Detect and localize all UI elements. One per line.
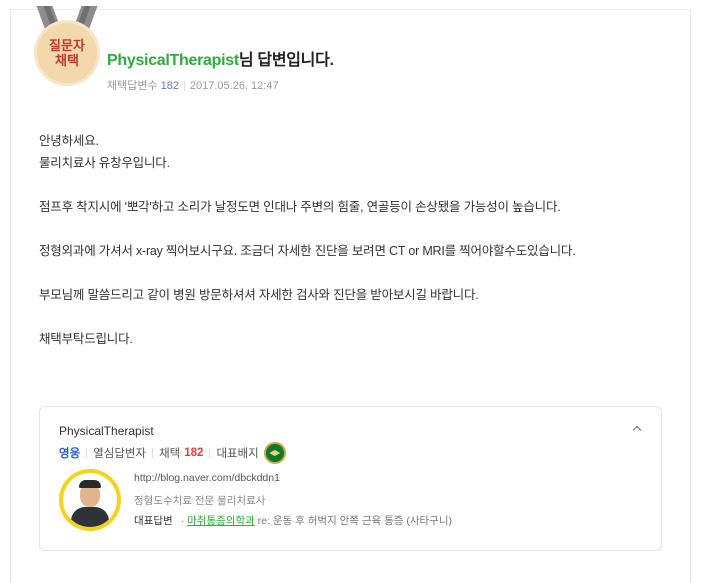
badge-cap-shape [269,450,281,456]
answer-title-suffix: 님 답변입니다. [238,52,334,69]
profile-adopt-label: 채택 [159,448,181,460]
body-line: 부모님께 말씀드리고 같이 병원 방문하셔셔 자세한 검사와 진단을 받아보시길… [39,288,479,302]
avatar-shirt [71,507,109,527]
answer-body: 안녕하세요. 물리치료사 유창우입니다. 점프후 착지시에 '뽀각'하고 소리가… [39,130,679,350]
answer-date: 2017.05.26. 12:47 [189,80,279,92]
body-line: 안녕하세요. [39,134,99,148]
profile-adopt-count: 182 [184,447,204,459]
rep-answer-bullet: · [180,515,185,527]
profile-stats: 영웅 열심답변자 채택 182 대표배지 [59,442,286,464]
body-line: 물리치료사 유창우입니다. [39,156,170,170]
adopted-medal-icon: 질문자 채택 [34,6,100,90]
meta-divider: | [183,80,186,92]
profile-intro: 정형도수치료 전문 물리치료사 [134,495,266,507]
rep-answer-category-link[interactable]: 마취통증의학과 [187,515,255,527]
body-line: 채택부탁드립니다. [39,332,133,346]
adopted-answers-label: 채택답변수 [107,80,158,92]
profile-name[interactable]: PhysicalTherapist [59,424,154,438]
medal-text-line2: 채택 [55,53,79,68]
answer-title: PhysicalTherapist님 답변입니다. [107,46,334,70]
answer-meta: 채택답변수 182 | 2017.05.26. 12:47 [107,77,279,93]
avatar-hair [79,480,101,488]
stats-divider [152,448,154,458]
profile-rank: 영웅 [59,448,81,460]
stats-divider [209,448,211,458]
profile-category: 열심답변자 [93,448,147,460]
profile-card: PhysicalTherapist 영웅 열심답변자 채택 182 대표배지 h… [39,406,662,551]
rep-answer-label: 대표답변 [134,515,173,527]
stats-divider [86,448,88,458]
adopted-answers-count: 182 [160,80,180,92]
answerer-nickname-link[interactable]: PhysicalTherapist [107,52,239,69]
profile-blog-link[interactable]: http://blog.naver.com/dbckddn1 [134,472,280,484]
body-line: 정형외과에 가셔서 x-ray 찍어보시구요. 조금더 자세한 진단을 보려면 … [39,244,576,258]
rep-answer-question-link[interactable]: re: 운동 후 허벅지 안쪽 근육 통증 (사타구니) [258,515,452,527]
representative-answer: 대표답변 · 마취통증의학과 re: 운동 후 허벅지 안쪽 근육 통증 (사타구니) [134,513,452,528]
profile-badge-label: 대표배지 [216,448,259,460]
avatar[interactable] [59,469,121,531]
avatar-photo [63,473,117,527]
graduation-cap-icon[interactable] [263,442,286,464]
medal-coin: 질문자 채택 [34,20,100,86]
medal-text-line1: 질문자 [49,38,85,53]
body-line: 점프후 착지시에 '뽀각'하고 소리가 날정도면 인대나 주변의 힘줄, 연골등… [39,200,561,214]
chevron-up-icon[interactable] [631,423,643,435]
